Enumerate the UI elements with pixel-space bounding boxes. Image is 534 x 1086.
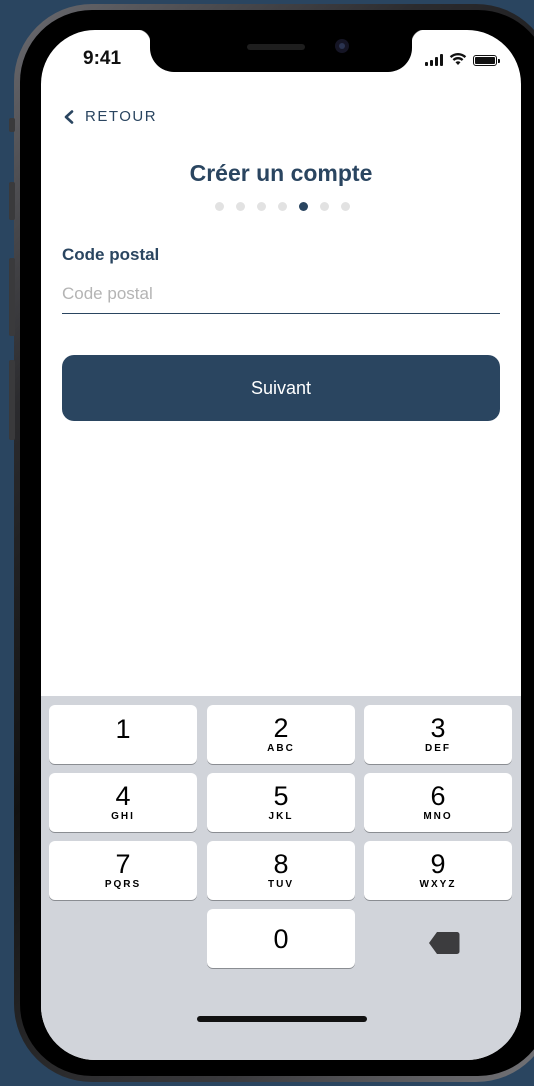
- key-digit-label: 1: [115, 713, 131, 744]
- page-title: Créer un compte: [189, 160, 373, 186]
- speaker: [247, 44, 305, 50]
- volume-down-button: [9, 258, 15, 336]
- numeric-keyboard: 1 2 ABC 3 DEF 4 GHI 5 JKL 6 MNO 7 PQRS 8 TUV 9 WXYZ 0: [41, 696, 521, 1060]
- next-button[interactable]: Suivant: [62, 355, 500, 421]
- key-digit-label: 8: [273, 849, 289, 879]
- key-letters-label: WXYZ: [419, 879, 457, 890]
- step-progress-indicator: [215, 202, 350, 211]
- key-digit-label: 9: [430, 849, 446, 879]
- key-7[interactable]: 7 PQRS: [49, 841, 197, 900]
- key-letters-label: GHI: [111, 811, 135, 822]
- key-6[interactable]: 6 MNO: [364, 773, 512, 832]
- key-5[interactable]: 5 JKL: [207, 773, 355, 832]
- home-indicator[interactable]: [197, 1016, 367, 1022]
- status-time: 9:41: [83, 48, 122, 69]
- progress-dot-active: [299, 202, 308, 211]
- power-button: [9, 360, 15, 440]
- key-digit-label: 2: [273, 713, 289, 743]
- notch: [137, 30, 425, 72]
- key-digit-label: 3: [430, 713, 446, 743]
- progress-dot: [278, 202, 287, 211]
- wifi-icon: [449, 53, 467, 65]
- volume-up-button: [9, 182, 15, 220]
- key-1[interactable]: 1: [49, 705, 197, 764]
- key-letters-label: MNO: [423, 811, 453, 822]
- postal-code-input[interactable]: [62, 274, 500, 314]
- back-label: RETOUR: [85, 108, 158, 125]
- key-digit-label: 7: [115, 849, 131, 879]
- key-digit-label: 0: [273, 923, 289, 954]
- key-letters-label: JKL: [268, 811, 294, 822]
- chevron-left-icon: [64, 109, 74, 124]
- key-8[interactable]: 8 TUV: [207, 841, 355, 900]
- key-9[interactable]: 9 WXYZ: [364, 841, 512, 900]
- key-4[interactable]: 4 GHI: [49, 773, 197, 832]
- cellular-signal-icon: [425, 54, 443, 66]
- key-0[interactable]: 0: [207, 909, 355, 968]
- front-camera: [335, 39, 349, 53]
- battery-icon: [473, 55, 500, 66]
- key-digit-label: 5: [273, 781, 289, 811]
- postal-code-label: Code postal: [62, 245, 160, 264]
- status-icons: [425, 52, 500, 66]
- progress-dot: [257, 202, 266, 211]
- key-letters-label: ABC: [267, 743, 295, 754]
- key-digit-label: 4: [115, 781, 131, 811]
- screen: 9:41 RETOUR Créer un compte Code postal …: [41, 30, 521, 1060]
- key-letters-label: TUV: [268, 879, 294, 890]
- key-digit-label: 6: [430, 781, 446, 811]
- progress-dot: [320, 202, 329, 211]
- progress-dot: [236, 202, 245, 211]
- key-letters-label: PQRS: [104, 879, 142, 890]
- delete-key-icon[interactable]: [428, 931, 460, 955]
- progress-dot: [341, 202, 350, 211]
- back-button[interactable]: RETOUR: [63, 108, 157, 125]
- key-2[interactable]: 2 ABC: [207, 705, 355, 764]
- key-letters-label: DEF: [425, 743, 451, 754]
- key-3[interactable]: 3 DEF: [364, 705, 512, 764]
- mute-switch: [9, 118, 15, 132]
- progress-dot: [215, 202, 224, 211]
